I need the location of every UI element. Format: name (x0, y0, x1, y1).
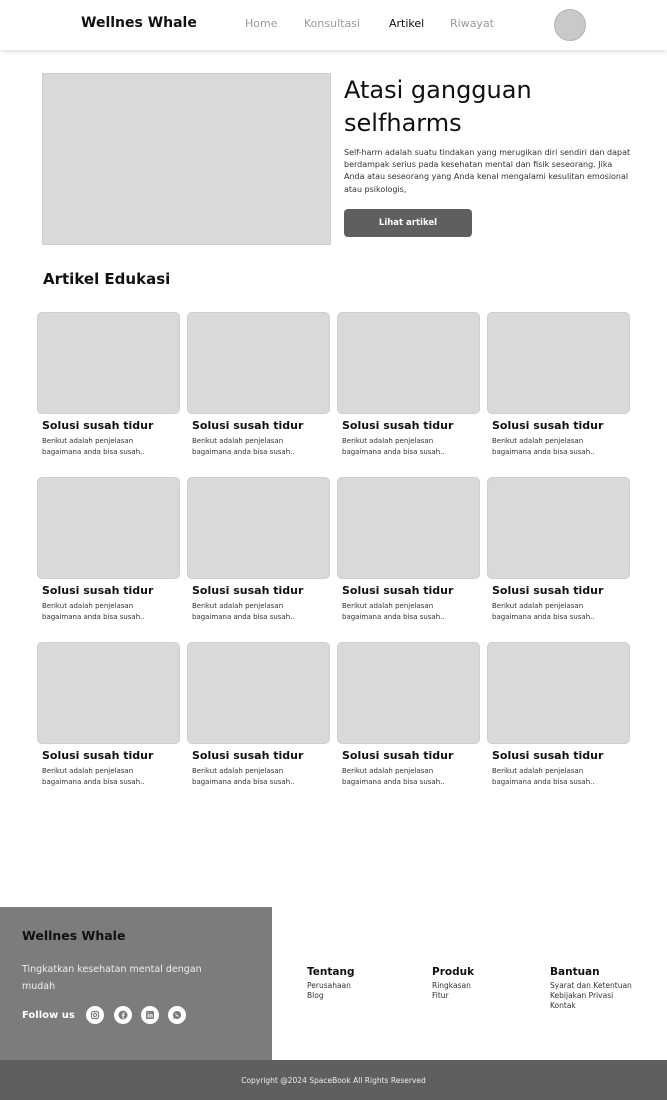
article-description: Berikut adalah penjelasan bagaimana anda… (192, 602, 295, 621)
footer-link-perusahaan[interactable]: Perusahaan (307, 981, 354, 991)
article-description: Berikut adalah penjelasan bagaimana anda… (42, 437, 145, 456)
article-card[interactable]: Solusi susah tidur Berikut adalah penjela… (337, 477, 480, 621)
hero-title: Atasi gangguan selfharms (344, 76, 532, 137)
footer-link-blog[interactable]: Blog (307, 991, 354, 1001)
article-title[interactable]: Solusi susah tidur (492, 419, 603, 432)
article-title[interactable]: Solusi susah tidur (192, 419, 303, 432)
article-description: Berikut adalah penjelasan bagaimana anda… (342, 767, 445, 786)
article-card[interactable]: Solusi susah tidur Berikut adalah penjela… (487, 312, 630, 456)
article-card[interactable]: Solusi susah tidur Berikut adalah penjela… (337, 642, 480, 786)
article-image-placeholder[interactable] (37, 477, 180, 579)
article-image-placeholder[interactable] (337, 312, 480, 414)
hero-image-placeholder (42, 73, 331, 245)
instagram-icon[interactable] (86, 1006, 104, 1024)
article-card[interactable]: Solusi susah tidur Berikut adalah penjela… (487, 477, 630, 621)
article-title[interactable]: Solusi susah tidur (42, 584, 153, 597)
whatsapp-icon[interactable] (168, 1006, 186, 1024)
article-image-placeholder[interactable] (337, 642, 480, 744)
article-card[interactable]: Solusi susah tidur Berikut adalah penjela… (337, 312, 480, 456)
article-card[interactable]: Solusi susah tidur Berikut adalah penjela… (187, 642, 330, 786)
article-image-placeholder[interactable] (187, 477, 330, 579)
article-description: Berikut adalah penjelasan bagaimana anda… (492, 602, 595, 621)
article-description: Berikut adalah penjelasan bagaimana anda… (42, 602, 145, 621)
article-title[interactable]: Solusi susah tidur (42, 749, 153, 762)
article-image-placeholder[interactable] (187, 312, 330, 414)
nav-artikel[interactable]: Artikel (389, 17, 424, 30)
article-title[interactable]: Solusi susah tidur (342, 419, 453, 432)
section-title: Artikel Edukasi (43, 270, 171, 288)
article-card[interactable]: Solusi susah tidur Berikut adalah penjela… (187, 312, 330, 456)
article-title[interactable]: Solusi susah tidur (342, 584, 453, 597)
article-card[interactable]: Solusi susah tidur Berikut adalah penjela… (37, 642, 180, 786)
footer-link-syarat[interactable]: Syarat dan Ketentuan (550, 981, 632, 991)
footer-brand-panel: Wellnes Whale Tingkatkan kesehatan menta… (0, 907, 272, 1060)
footer-column-tentang: Tentang Perusahaan Blog (307, 966, 354, 1001)
article-title[interactable]: Solusi susah tidur (192, 749, 303, 762)
follow-us-label: Follow us (22, 1010, 75, 1021)
article-image-placeholder[interactable] (37, 312, 180, 414)
article-image-placeholder[interactable] (337, 477, 480, 579)
footer-column-title: Tentang (307, 966, 355, 978)
footer-column-title: Produk (432, 966, 475, 978)
hero-description: Self-harm adalah suatu tindakan yang mer… (344, 148, 631, 194)
article-title[interactable]: Solusi susah tidur (492, 584, 603, 597)
brand-logo[interactable]: Wellnes Whale (81, 15, 197, 31)
article-description: Berikut adalah penjelasan bagaimana anda… (492, 767, 595, 786)
article-description: Berikut adalah penjelasan bagaimana anda… (342, 437, 445, 456)
article-card[interactable]: Solusi susah tidur Berikut adalah penjela… (487, 642, 630, 786)
article-description: Berikut adalah penjelasan bagaimana anda… (42, 767, 145, 786)
top-navbar: Wellnes Whale Home Konsultasi Artikel Ri… (0, 0, 667, 50)
article-image-placeholder[interactable] (487, 312, 630, 414)
avatar[interactable] (554, 9, 586, 41)
article-image-placeholder[interactable] (487, 477, 630, 579)
footer-column-produk: Produk Ringkasan Fitur (432, 966, 474, 1001)
article-description: Berikut adalah penjelasan bagaimana anda… (492, 437, 595, 456)
article-title[interactable]: Solusi susah tidur (192, 584, 303, 597)
footer-brand: Wellnes Whale (22, 928, 126, 943)
article-image-placeholder[interactable] (487, 642, 630, 744)
article-card[interactable]: Solusi susah tidur Berikut adalah penjela… (37, 477, 180, 621)
footer-link-fitur[interactable]: Fitur (432, 991, 474, 1001)
nav-riwayat[interactable]: Riwayat (450, 17, 494, 30)
article-description: Berikut adalah penjelasan bagaimana anda… (342, 602, 445, 621)
article-grid: Solusi susah tidur Berikut adalah penjela… (37, 312, 630, 786)
article-title[interactable]: Solusi susah tidur (342, 749, 453, 762)
copyright-text: Copyright @2024 SpaceBook All Rights Res… (241, 1075, 426, 1085)
article-title[interactable]: Solusi susah tidur (492, 749, 603, 762)
nav-konsultasi[interactable]: Konsultasi (304, 17, 360, 30)
article-card[interactable]: Solusi susah tidur Berikut adalah penjela… (187, 477, 330, 621)
linkedin-icon[interactable] (141, 1006, 159, 1024)
article-card[interactable]: Solusi susah tidur Berikut adalah penjela… (37, 312, 180, 456)
view-article-button[interactable]: Lihat artikel (344, 209, 472, 237)
article-description: Berikut adalah penjelasan bagaimana anda… (192, 767, 295, 786)
article-image-placeholder[interactable] (37, 642, 180, 744)
footer-link-ringkasan[interactable]: Ringkasan (432, 981, 474, 991)
footer-link-privasi[interactable]: Kebijakan Privasi (550, 991, 632, 1001)
article-title[interactable]: Solusi susah tidur (42, 419, 153, 432)
footer-column-title: Bantuan (550, 966, 600, 978)
copyright-bar: Copyright @2024 SpaceBook All Rights Res… (0, 1060, 667, 1100)
article-description: Berikut adalah penjelasan bagaimana anda… (192, 437, 295, 456)
nav-home[interactable]: Home (245, 17, 277, 30)
facebook-icon[interactable] (114, 1006, 132, 1024)
footer-link-kontak[interactable]: Kontak (550, 1001, 632, 1011)
footer-tagline: Tingkatkan kesehatan mental dengan mudah (22, 964, 202, 992)
article-image-placeholder[interactable] (187, 642, 330, 744)
footer-column-bantuan: Bantuan Syarat dan Ketentuan Kebijakan P… (550, 966, 632, 1011)
